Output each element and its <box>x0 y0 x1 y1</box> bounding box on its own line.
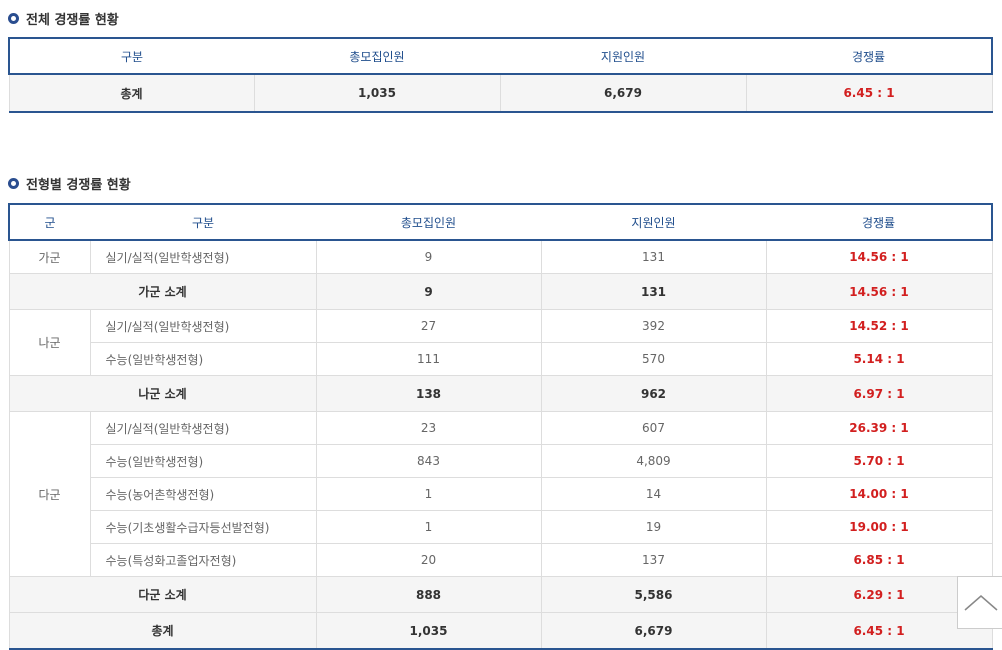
table-header-row: 군 구분 총모집인원 지원인원 경쟁률 <box>8 203 993 241</box>
cell-subtotal-label: 다군 소계 <box>8 576 317 613</box>
cell-name: 수능(기초생활수급자등선발전형) <box>89 510 317 544</box>
cell-subtotal-label: 가군 소계 <box>8 273 317 310</box>
header-rate: 경쟁률 <box>746 37 993 75</box>
cell-applicants: 137 <box>540 543 767 577</box>
cell-quota: 1,035 <box>253 73 501 113</box>
header-quota: 총모집인원 <box>254 37 500 75</box>
header-category: 구분 <box>90 203 316 241</box>
cell-name: 실기/실적(일반학생전형) <box>89 239 317 274</box>
cell-quota: 9 <box>315 273 542 310</box>
section-title-text: 전체 경쟁률 현황 <box>26 13 119 28</box>
cell-quota: 1 <box>315 510 542 544</box>
cell-name: 실기/실적(일반학생전형) <box>89 411 317 445</box>
cell-rate: 5.14 : 1 <box>765 342 993 376</box>
cell-rate: 14.00 : 1 <box>765 477 993 511</box>
cell-name: 수능(특성화고졸업자전형) <box>89 543 317 577</box>
table-header-row: 구분 총모집인원 지원인원 경쟁률 <box>8 37 993 75</box>
table-row: 총계 1,035 6,679 6.45 : 1 <box>8 73 993 113</box>
table-row: 다군 실기/실적(일반학생전형) 23 607 26.39 : 1 <box>8 411 993 577</box>
cell-applicants: 570 <box>540 342 767 376</box>
cell-group: 다군 <box>8 411 91 577</box>
cell-applicants: 607 <box>540 411 767 445</box>
cell-rate: 5.70 : 1 <box>765 444 993 478</box>
header-rate: 경쟁률 <box>766 203 993 241</box>
overall-table: 구분 총모집인원 지원인원 경쟁률 총계 1,035 6,679 6.45 : … <box>8 37 993 113</box>
cell-applicants: 131 <box>540 273 767 310</box>
cell-quota: 843 <box>315 444 542 478</box>
cell-applicants: 6,679 <box>499 73 747 113</box>
cell-category: 총계 <box>8 73 255 113</box>
cell-total-label: 총계 <box>8 612 317 650</box>
subtotal-row: 나군 소계 138 962 6.97 : 1 <box>8 375 993 412</box>
cell-rate: 14.56 : 1 <box>765 239 993 274</box>
cell-applicants: 5,586 <box>540 576 767 613</box>
cell-applicants: 6,679 <box>540 612 767 650</box>
cell-applicants: 4,809 <box>540 444 767 478</box>
subtotal-row: 가군 소계 9 131 14.56 : 1 <box>8 273 993 310</box>
cell-quota: 20 <box>315 543 542 577</box>
cell-applicants: 19 <box>540 510 767 544</box>
scroll-to-top-button[interactable] <box>957 576 1002 629</box>
total-row: 총계 1,035 6,679 6.45 : 1 <box>8 612 993 650</box>
cell-rate: 19.00 : 1 <box>765 510 993 544</box>
cell-group: 나군 <box>8 309 91 376</box>
cell-rate: 6.45 : 1 <box>745 73 993 113</box>
cell-applicants: 962 <box>540 375 767 412</box>
cell-name: 수능(일반학생전형) <box>89 342 317 376</box>
chevron-up-icon <box>964 595 998 611</box>
cell-rate: 6.85 : 1 <box>765 543 993 577</box>
table-row: 가군 실기/실적(일반학생전형) 9 131 14.56 : 1 <box>8 239 993 274</box>
by-type-table: 군 구분 총모집인원 지원인원 경쟁률 가군 실기/실적(일반학생전형) 9 1… <box>8 203 993 650</box>
table-row: 수능(농어촌학생전형) 1 14 14.00 : 1 <box>9 477 993 511</box>
header-applicants: 지원인원 <box>500 37 746 75</box>
subtotal-row: 다군 소계 888 5,586 6.29 : 1 <box>8 576 993 613</box>
cell-rate: 6.97 : 1 <box>765 375 993 412</box>
cell-applicants: 392 <box>540 309 767 343</box>
cell-quota: 1,035 <box>315 612 542 650</box>
cell-name: 수능(일반학생전형) <box>89 444 317 478</box>
circle-bullet-icon <box>8 178 19 189</box>
cell-applicants: 131 <box>540 239 767 274</box>
cell-quota: 27 <box>315 309 542 343</box>
header-quota: 총모집인원 <box>316 203 541 241</box>
header-category: 구분 <box>8 37 254 75</box>
cell-name: 실기/실적(일반학생전형) <box>89 309 317 343</box>
cell-quota: 888 <box>315 576 542 613</box>
table-row: 나군 실기/실적(일반학생전형) 27 392 14.52 : 1 <box>8 309 993 376</box>
cell-quota: 9 <box>315 239 542 274</box>
section-title-by-type: 전형별 경쟁률 현황 <box>8 174 131 193</box>
cell-applicants: 14 <box>540 477 767 511</box>
header-group: 군 <box>8 203 90 241</box>
circle-bullet-icon <box>8 13 19 24</box>
cell-group: 가군 <box>8 239 91 274</box>
table-row: 수능(일반학생전형) 843 4,809 5.70 : 1 <box>9 444 993 478</box>
cell-rate: 26.39 : 1 <box>765 411 993 445</box>
cell-name: 수능(농어촌학생전형) <box>89 477 317 511</box>
cell-quota: 1 <box>315 477 542 511</box>
cell-quota: 138 <box>315 375 542 412</box>
table-row: 수능(일반학생전형) 111 570 5.14 : 1 <box>9 342 993 376</box>
header-applicants: 지원인원 <box>541 203 766 241</box>
cell-rate: 14.56 : 1 <box>765 273 993 310</box>
cell-quota: 111 <box>315 342 542 376</box>
table-row: 수능(특성화고졸업자전형) 20 137 6.85 : 1 <box>9 543 993 577</box>
section-title-overall: 전체 경쟁률 현황 <box>8 9 119 28</box>
cell-subtotal-label: 나군 소계 <box>8 375 317 412</box>
table-row: 수능(기초생활수급자등선발전형) 1 19 19.00 : 1 <box>9 510 993 544</box>
cell-rate: 14.52 : 1 <box>765 309 993 343</box>
cell-quota: 23 <box>315 411 542 445</box>
section-title-text: 전형별 경쟁률 현황 <box>26 178 131 193</box>
